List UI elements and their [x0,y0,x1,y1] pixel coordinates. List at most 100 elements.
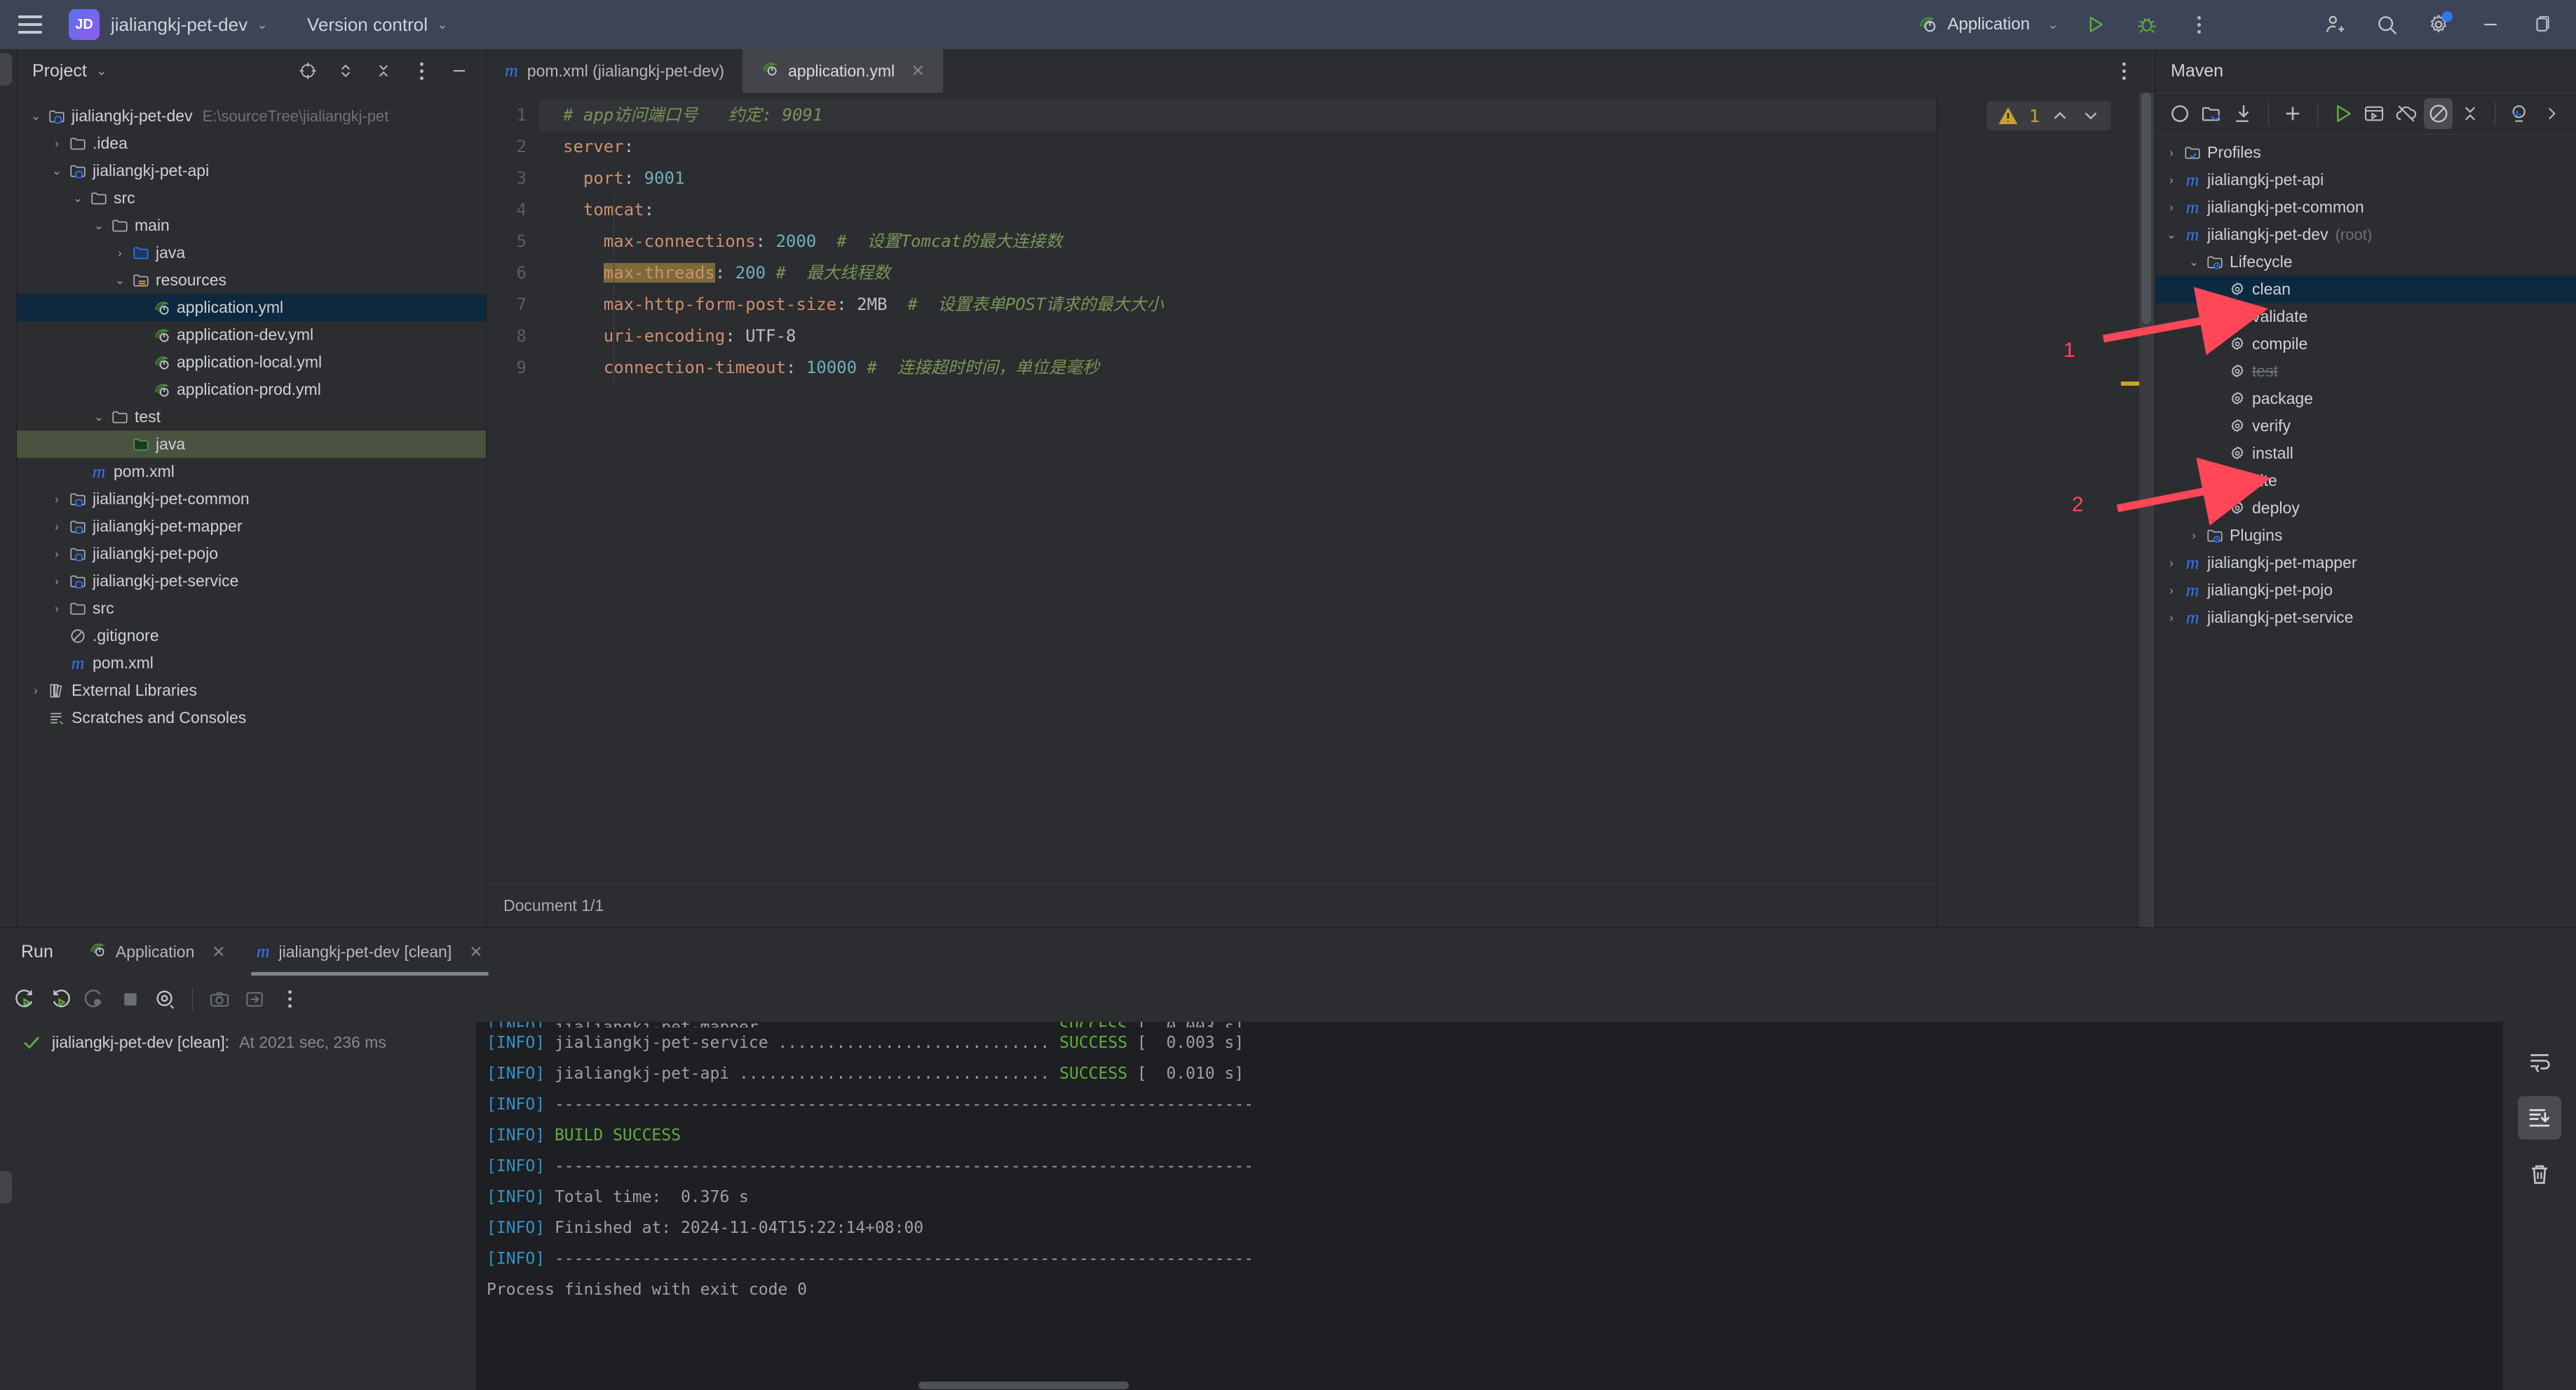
more-icon[interactable] [274,984,305,1015]
maven-tree-item[interactable]: package [2155,385,2576,412]
tool-stub-project[interactable] [0,53,12,86]
hide-icon[interactable] [444,55,475,86]
scrollbar-thumb[interactable] [2141,93,2151,324]
code-line[interactable]: server: [539,131,1937,163]
run-configuration-selector[interactable]: Application ⌄ [1917,13,2059,36]
maximize-icon[interactable] [2527,9,2558,40]
code-line[interactable]: max-http-form-post-size: 2MB # 设置表单POST请… [539,289,1937,320]
project-tree-item[interactable]: › jialiangkj-pet-pojo [17,540,486,567]
scrollbar-thumb[interactable] [918,1382,1129,1389]
editor-tab-bar[interactable]: m pom.xml (jialiangkj-pet-dev) application… [487,49,2155,93]
maven-tree-item[interactable]: › m jialiangkj-pet-common [2155,194,2576,221]
editor-scrollbar[interactable] [2139,93,2155,927]
maven-tree-item[interactable]: site [2155,467,2576,494]
execute-goal-icon[interactable] [2360,98,2389,129]
console-hscrollbar[interactable] [918,1379,2503,1390]
chevron-right-icon[interactable]: › [111,246,129,260]
chevron-down-icon[interactable]: ⌄ [69,191,87,205]
chevron-right-icon[interactable]: › [2185,529,2203,543]
maven-tree-item[interactable]: › m jialiangkj-pet-service [2155,604,2576,631]
maven-tree-item[interactable]: › Profiles [2155,139,2576,166]
toggle-skip-tests-icon[interactable] [2423,98,2453,129]
collapse-all-icon[interactable] [2455,98,2485,129]
maven-tree-item[interactable]: › Plugins [2155,522,2576,549]
chevron-right-icon[interactable]: › [2162,146,2181,160]
project-tree-item[interactable]: m pom.xml [17,649,486,677]
console-output[interactable]: [INFO] jialiangkj-pet-mapper ...........… [477,1022,2503,1390]
project-tree-item[interactable]: › jialiangkj-pet-common [17,485,486,513]
chevron-right-icon[interactable]: › [2162,173,2181,187]
editor-tab[interactable]: application.yml ✕ [742,49,944,93]
maven-tree-item[interactable]: › m jialiangkj-pet-mapper [2155,549,2576,576]
project-tree-item[interactable]: › jialiangkj-pet-mapper [17,513,486,540]
maven-tree-item[interactable]: › m jialiangkj-pet-api [2155,166,2576,194]
search-icon[interactable] [2371,9,2402,40]
project-tree-item[interactable]: › jialiangkj-pet-service [17,567,486,595]
code-line[interactable]: # app访问端口号 约定: 9091 [539,100,1937,131]
project-tree[interactable]: ⌄ jialiangkj-pet-dev E:\sourceTree\jialian… [17,93,486,927]
chevron-right-icon[interactable]: › [48,574,66,588]
code-line[interactable]: connection-timeout: 10000 # 连接超时时间，单位是毫秒 [539,352,1937,384]
project-tree-item[interactable]: › java [17,239,486,266]
more-icon[interactable] [2108,55,2139,86]
debug-icon[interactable] [2131,9,2162,40]
close-icon[interactable]: ✕ [212,943,225,961]
project-tree-item[interactable]: › External Libraries [17,677,486,704]
code-editor[interactable]: 1 2 3 4 5 6 7 8 9 # app访问端口号 约定: 9091 server: por… [487,93,1937,884]
run-icon[interactable] [2080,9,2110,40]
settings-icon[interactable] [2423,9,2454,40]
maven-tree-item[interactable]: verify [2155,412,2576,440]
more-icon[interactable] [406,55,437,86]
chevron-down-icon[interactable]: ⌄ [257,17,268,33]
run-icon[interactable] [2328,98,2357,129]
project-name-label[interactable]: jialiangkj-pet-dev [111,14,248,36]
project-tree-item[interactable]: › .idea [17,130,486,157]
chevron-down-icon[interactable]: ⌄ [2162,228,2181,242]
project-tree-item[interactable]: ⌄ jialiangkj-pet-api [17,157,486,184]
project-tree-item[interactable]: .gitignore [17,622,486,649]
chevron-right-icon[interactable]: › [48,492,66,506]
rerun-failed-icon[interactable] [45,984,76,1015]
chevron-down-icon[interactable]: ⌄ [111,274,129,288]
scroll-to-end-icon[interactable] [2518,1096,2561,1140]
chevron-down-icon[interactable]: ⌄ [2185,255,2203,269]
version-control-menu[interactable]: Version control [307,14,428,36]
maven-tree-item[interactable]: test [2155,358,2576,385]
chevron-right-icon[interactable]: › [2162,201,2181,215]
chevron-down-icon[interactable]: ⌄ [2047,17,2059,33]
chevron-down-icon[interactable]: ⌄ [90,219,108,233]
project-tree-item[interactable]: ⌄ main [17,212,486,239]
chevron-right-icon[interactable]: › [2162,611,2181,625]
code-line[interactable]: uri-encoding: UTF-8 [539,320,1937,352]
chevron-down-icon[interactable]: ⌄ [27,109,45,123]
project-tree-item[interactable]: m pom.xml [17,458,486,485]
rerun-icon[interactable] [10,984,41,1015]
chevron-down-icon[interactable]: ⌄ [48,164,66,178]
project-tree-item[interactable]: application-dev.yml [17,321,486,349]
collapse-all-icon[interactable] [368,55,399,86]
project-tree-item[interactable]: application.yml [17,294,486,321]
more-icon[interactable] [2537,98,2566,129]
run-tab[interactable]: Application ✕ [73,928,241,976]
chevron-right-icon[interactable]: › [48,520,66,534]
editor-tab[interactable]: m pom.xml (jialiangkj-pet-dev) [487,49,743,93]
add-user-icon[interactable] [2319,9,2350,40]
chevron-right-icon[interactable]: › [2162,556,2181,570]
maven-tree-item[interactable]: install [2155,440,2576,467]
chevron-right-icon[interactable]: › [2162,583,2181,598]
code-line[interactable]: max-threads: 200 # 最大线程数 [539,257,1937,289]
add-icon[interactable] [2279,98,2308,129]
project-tree-item[interactable]: ⌄ resources [17,266,486,294]
profiler-icon[interactable] [2505,98,2535,129]
clear-all-icon[interactable] [2518,1152,2561,1196]
code-line[interactable]: max-connections: 2000 # 设置Tomcat的最大连接数 [539,226,1937,257]
maven-tree-item[interactable]: ⌄ Lifecycle [2155,248,2576,276]
run-tree-item[interactable]: jialiangkj-pet-dev [clean]: At 2021 sec,… [21,1032,476,1053]
chevron-right-icon[interactable]: › [48,137,66,151]
project-tree-item[interactable]: java [17,431,486,458]
project-tree-item[interactable]: application-prod.yml [17,376,486,403]
chevron-down-icon[interactable] [2080,105,2101,126]
inspection-widget[interactable]: 1 [1986,101,2111,130]
close-icon[interactable]: ✕ [469,943,482,961]
maven-tree[interactable]: › Profiles › m jialiangkj-pet-api › m jialiangk… [2155,135,2576,927]
